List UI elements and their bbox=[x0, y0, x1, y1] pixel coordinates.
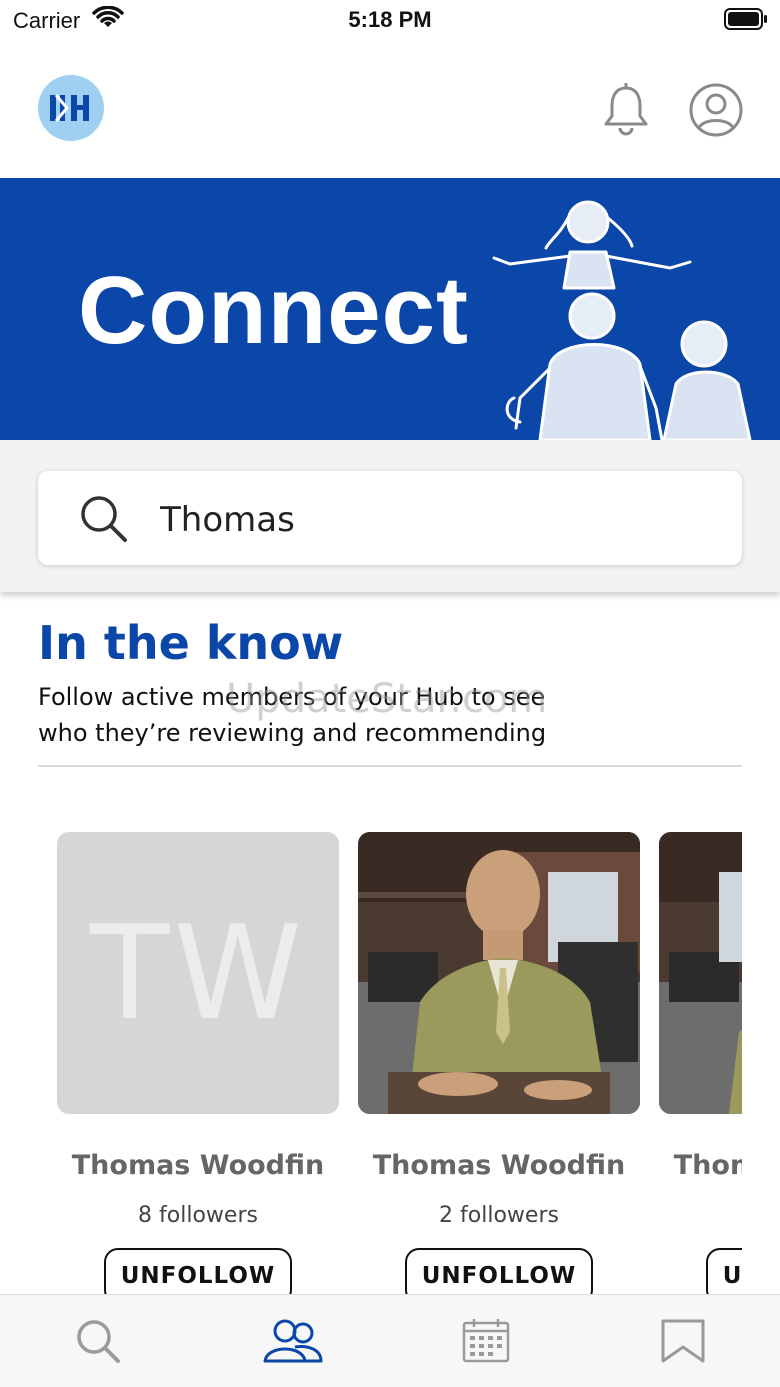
follower-count: 1 followers bbox=[659, 1203, 742, 1228]
search-icon[interactable] bbox=[74, 1317, 122, 1365]
member-card[interactable]: TW Thomas Woodfin 8 followers UNFOLLOW bbox=[57, 832, 339, 1302]
user-circle-icon[interactable] bbox=[688, 82, 744, 138]
tab-bar bbox=[0, 1294, 780, 1387]
app-header bbox=[0, 44, 780, 178]
section-title: In the know bbox=[38, 616, 344, 670]
avatar[interactable] bbox=[659, 832, 742, 1114]
member-card[interactable]: Thomas Woodfin 2 followers UNFOLLOW bbox=[358, 832, 640, 1302]
member-photo bbox=[659, 832, 742, 1114]
bookmark-icon[interactable] bbox=[660, 1317, 706, 1365]
member-name[interactable]: Thomas Woodfin bbox=[358, 1150, 640, 1181]
banner-title: Connect bbox=[78, 257, 469, 364]
watermark: UpdateStar.com bbox=[226, 676, 548, 722]
connect-banner: Connect bbox=[0, 178, 780, 440]
calendar-icon[interactable] bbox=[460, 1317, 514, 1365]
bell-icon[interactable] bbox=[601, 82, 651, 136]
follower-count: 8 followers bbox=[138, 1203, 258, 1228]
status-bar: Carrier 5:18 PM bbox=[0, 0, 780, 44]
avatar[interactable]: TW bbox=[57, 832, 339, 1114]
follower-count: 2 followers bbox=[439, 1203, 559, 1228]
member-card[interactable]: Thomas Woodfin 1 followers UNFOLLOW bbox=[659, 832, 742, 1302]
member-photo bbox=[358, 832, 640, 1114]
people-icon[interactable] bbox=[261, 1317, 325, 1365]
clock: 5:18 PM bbox=[348, 7, 432, 32]
hub-logo-icon[interactable] bbox=[38, 75, 104, 141]
divider bbox=[38, 765, 742, 767]
member-name[interactable]: Thomas Woodfin bbox=[659, 1150, 742, 1181]
members-carousel[interactable]: TW Thomas Woodfin 8 followers UNFOLLOW T… bbox=[38, 832, 742, 1302]
avatar-initials: TW bbox=[90, 897, 306, 1049]
avatar[interactable] bbox=[358, 832, 640, 1114]
search-input[interactable] bbox=[160, 497, 720, 543]
people-illustration bbox=[492, 200, 752, 440]
search-icon[interactable] bbox=[78, 493, 130, 545]
battery-icon bbox=[724, 8, 767, 30]
member-name[interactable]: Thomas Woodfin bbox=[57, 1150, 339, 1181]
